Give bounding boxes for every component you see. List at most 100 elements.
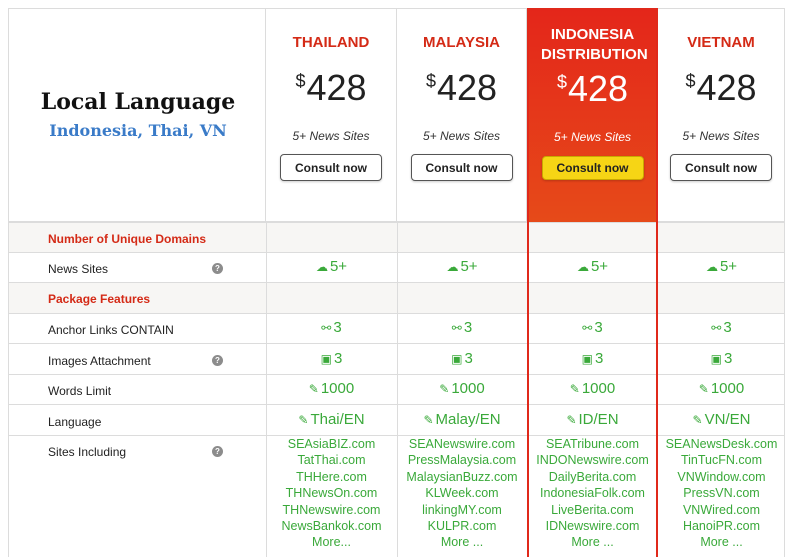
cell-value: ☁ 5+ xyxy=(446,258,478,275)
site-link[interactable]: PressVN.com xyxy=(658,485,785,501)
cell-value: ▣ 3 xyxy=(710,350,733,367)
consult-now-button[interactable]: Consult now xyxy=(670,154,772,181)
site-link[interactable]: MalaysianBuzz.com xyxy=(397,469,527,485)
pencil-icon: ✎ xyxy=(308,382,319,396)
cell-value: ✎ Malay/EN xyxy=(423,411,501,428)
link-icon: ⚯ xyxy=(451,321,462,335)
column-divider xyxy=(8,222,9,557)
plan-name: MALAYSIA xyxy=(423,34,500,51)
site-link[interactable]: THNewswire.com xyxy=(266,502,397,518)
more-link[interactable]: More ... xyxy=(658,534,785,550)
pencil-icon: ✎ xyxy=(298,413,309,427)
cell-value: ☁ 5+ xyxy=(576,258,609,275)
cell-value: ⚯ 3 xyxy=(582,319,603,336)
plan-sites: 5+ News Sites xyxy=(422,129,501,143)
plan-sites: 5+ News Sites xyxy=(292,129,370,143)
plan-price: $428 xyxy=(425,67,498,108)
plan-sites: 5+ News Sites xyxy=(682,129,760,143)
column-divider xyxy=(266,222,267,557)
image-icon: ▣ xyxy=(581,352,593,366)
site-link[interactable]: SEATribune.com xyxy=(527,436,658,452)
cell-value: ▣ 3 xyxy=(581,350,604,367)
question-icon[interactable]: ? xyxy=(212,446,223,457)
question-icon[interactable]: ? xyxy=(212,355,223,366)
site-list-indonesia: SEATribune.com INDONewswire.com DailyBer… xyxy=(527,436,658,551)
table-title: Local Language xyxy=(40,89,236,115)
pencil-icon: ✎ xyxy=(423,413,434,427)
site-link[interactable]: SEANewswire.com xyxy=(397,436,527,452)
site-link[interactable]: IDNewswire.com xyxy=(527,518,658,534)
site-link[interactable]: THNewsOn.com xyxy=(266,485,397,501)
plan-name: THAILAND xyxy=(292,34,370,51)
more-link[interactable]: More ... xyxy=(397,534,527,550)
cell-value: ✎ 1000 xyxy=(439,380,485,397)
cloud-icon: ☁ xyxy=(705,260,718,274)
row-label: Words Limit xyxy=(48,384,112,398)
row-label: Images Attachment xyxy=(48,354,151,368)
site-link[interactable]: KULPR.com xyxy=(397,518,527,534)
site-link[interactable]: TinTucFN.com xyxy=(658,452,785,468)
cell-value: ▣ 3 xyxy=(451,350,473,367)
section-title: Number of Unique Domains xyxy=(48,232,207,246)
cloud-icon: ☁ xyxy=(315,260,328,274)
plan-sites: 5+ News Sites xyxy=(553,130,632,144)
site-link[interactable]: IndonesiaFolk.com xyxy=(527,485,658,501)
site-link[interactable]: INDONewswire.com xyxy=(527,452,658,468)
consult-now-button[interactable]: Consult now xyxy=(541,156,644,180)
site-list-vietnam: SEANewsDesk.com TinTucFN.com VNWindow.co… xyxy=(658,436,785,551)
plan-price: $428 xyxy=(685,67,757,108)
row-label: Sites Including xyxy=(48,445,127,459)
pricing-table: Local Language Indonesia, Thai, VN THAIL… xyxy=(8,8,785,557)
site-link[interactable]: KLWeek.com xyxy=(397,485,527,501)
consult-now-button[interactable]: Consult now xyxy=(280,154,382,181)
consult-now-button[interactable]: Consult now xyxy=(410,154,513,181)
site-link[interactable]: SEANewsDesk.com xyxy=(658,436,785,452)
plan-card-indonesia: INDONESIA DISTRIBUTION $428 5+ News Site… xyxy=(527,8,658,222)
site-link[interactable]: TatThai.com xyxy=(266,452,397,468)
plan-price: $428 xyxy=(295,67,367,108)
site-link[interactable]: THHere.com xyxy=(266,469,397,485)
site-link[interactable]: PressMalaysia.com xyxy=(397,452,527,468)
cell-value: ✎ 1000 xyxy=(308,380,355,397)
pencil-icon: ✎ xyxy=(439,382,450,396)
site-list-thailand: SEAsiaBIZ.com TatThai.com THHere.com THN… xyxy=(266,436,397,551)
more-link[interactable]: More... xyxy=(266,534,397,550)
cell-value: ✎ Thai/EN xyxy=(298,411,365,428)
pencil-icon: ✎ xyxy=(692,413,703,427)
section-title: Package Features xyxy=(48,292,151,306)
site-link[interactable]: VNWired.com xyxy=(658,502,785,518)
site-link[interactable]: VNWindow.com xyxy=(658,469,785,485)
image-icon: ▣ xyxy=(710,352,722,366)
site-link[interactable]: linkingMY.com xyxy=(397,502,527,518)
cell-value: ⚯ 3 xyxy=(451,319,473,336)
row-label: Anchor Links CONTAIN xyxy=(48,323,174,337)
site-link[interactable]: SEAsiaBIZ.com xyxy=(266,436,397,452)
pencil-icon: ✎ xyxy=(698,382,709,396)
column-divider xyxy=(397,222,398,557)
site-link[interactable]: LiveBerita.com xyxy=(527,502,658,518)
link-icon: ⚯ xyxy=(321,321,332,335)
link-icon: ⚯ xyxy=(582,321,593,335)
plan-name: VIETNAM xyxy=(687,34,755,51)
image-icon: ▣ xyxy=(320,352,332,366)
cell-value: ⚯ 3 xyxy=(711,319,732,336)
plan-card-thailand: THAILAND $428 5+ News Sites Consult now xyxy=(266,8,397,222)
question-icon[interactable]: ? xyxy=(212,263,223,274)
plan-price: $428 xyxy=(556,68,629,109)
site-link[interactable]: DailyBerita.com xyxy=(527,469,658,485)
cloud-icon: ☁ xyxy=(446,260,459,274)
row-label: Language xyxy=(48,415,102,429)
pencil-icon: ✎ xyxy=(566,413,577,427)
image-icon: ▣ xyxy=(451,352,463,366)
plan-card-vietnam: VIETNAM $428 5+ News Sites Consult now xyxy=(658,8,785,222)
pencil-icon: ✎ xyxy=(569,382,580,396)
cell-value: ▣ 3 xyxy=(320,350,343,367)
column-divider xyxy=(784,222,785,557)
cell-value: ⚯ 3 xyxy=(321,319,342,336)
table-subtitle: Indonesia, Thai, VN xyxy=(49,121,227,140)
more-link[interactable]: More ... xyxy=(527,534,658,550)
site-link[interactable]: NewsBankok.com xyxy=(266,518,397,534)
table-header-label: Local Language Indonesia, Thai, VN xyxy=(8,8,266,222)
cell-value: ☁ 5+ xyxy=(315,258,348,275)
site-link[interactable]: HanoiPR.com xyxy=(658,518,785,534)
